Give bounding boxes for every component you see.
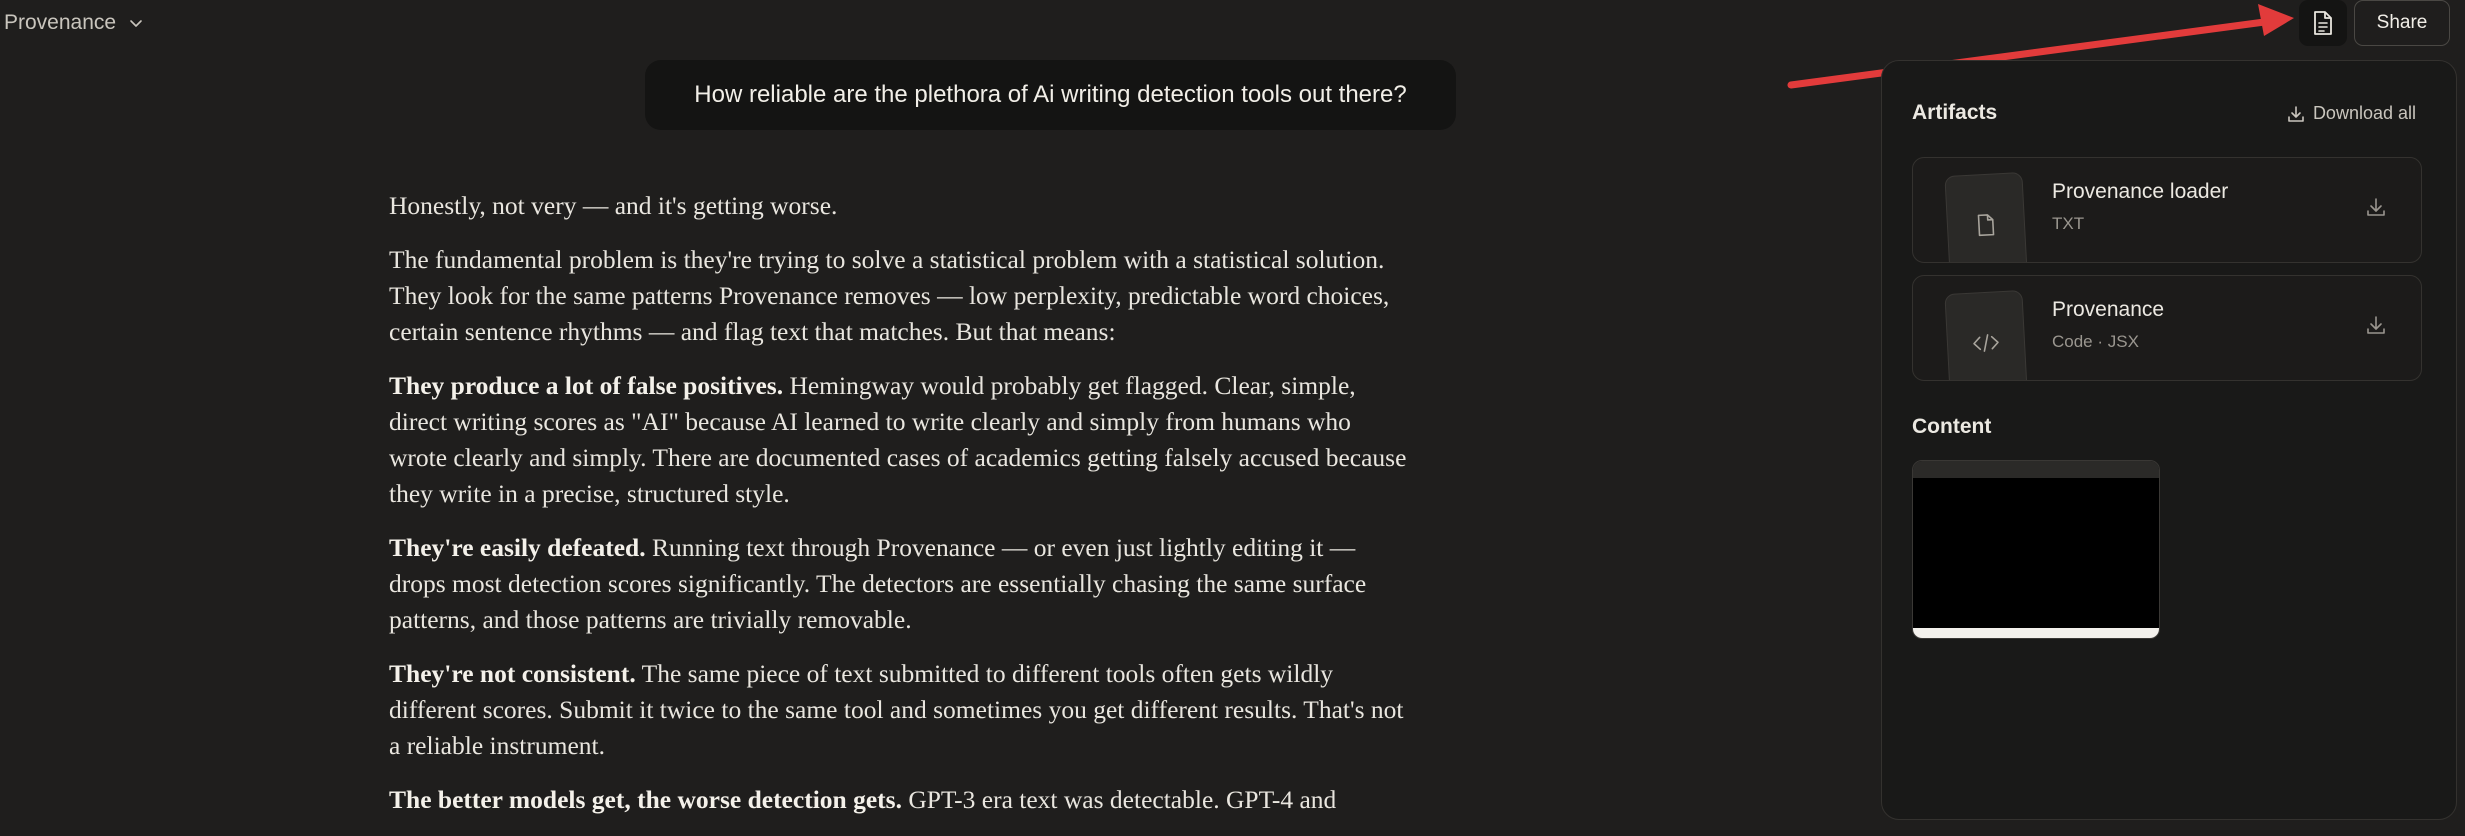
user-message-text: How reliable are the plethora of Ai writ… (694, 81, 1407, 108)
content-thumbnail[interactable] (1912, 460, 2160, 639)
reply-text: Honestly, not very — and it's getting wo… (389, 191, 838, 220)
artifact-name: Provenance loader (2052, 180, 2229, 203)
document-icon (1977, 214, 1995, 237)
assistant-reply: Honestly, not very — and it's getting wo… (389, 188, 1414, 836)
download-icon[interactable] (2365, 196, 2387, 218)
artifact-name: Provenance (2052, 298, 2165, 321)
reply-emphasis: They produce a lot of false positives. (389, 371, 784, 400)
reply-paragraph: The fundamental problem is they're tryin… (389, 242, 1414, 350)
content-heading: Content (1912, 415, 1992, 438)
artifacts-toggle-button[interactable] (2299, 0, 2347, 46)
download-all-button[interactable]: Download all (2287, 103, 2416, 124)
artifacts-heading: Artifacts (1912, 101, 1998, 124)
artifact-type: TXT (2052, 214, 2085, 233)
download-all-label: Download all (2312, 103, 2416, 123)
reply-emphasis: They're easily defeated. (389, 533, 646, 562)
download-icon (2288, 105, 2304, 122)
artifact-thumbnail (1944, 290, 2028, 380)
code-icon (1973, 334, 1999, 352)
reply-emphasis: The better models get, the worse detecti… (389, 785, 902, 814)
reply-paragraph: Honestly, not very — and it's getting wo… (389, 188, 1414, 224)
share-button[interactable]: Share (2354, 0, 2450, 46)
reply-paragraph: The better models get, the worse detecti… (389, 782, 1414, 818)
reply-paragraph: They produce a lot of false positives. H… (389, 368, 1414, 512)
thumbnail-footer-bar (1913, 628, 2159, 638)
reply-emphasis: They're not consistent. (389, 659, 636, 688)
chevron-down-icon (130, 20, 142, 27)
artifact-thumbnail (1944, 172, 2028, 262)
conversation-title: Provenance (4, 11, 117, 34)
conversation-title-dropdown[interactable]: Provenance (4, 8, 144, 38)
thumbnail-header-bar (1913, 461, 2159, 478)
artifact-card-provenance[interactable]: Provenance Code · JSX (1912, 275, 2422, 381)
reply-text: GPT-3 era text was detectable. GPT-4 and (901, 785, 1337, 814)
artifacts-panel: Artifacts Download all Provenance loader… (1881, 60, 2457, 820)
reply-paragraph: They're easily defeated. Running text th… (389, 530, 1414, 638)
document-icon (2314, 11, 2332, 35)
reply-text: The fundamental problem is they're tryin… (389, 245, 1390, 346)
user-message-bubble: How reliable are the plethora of Ai writ… (645, 60, 1456, 130)
artifact-card-provenance-loader[interactable]: Provenance loader TXT (1912, 157, 2422, 263)
reply-paragraph: They're not consistent. The same piece o… (389, 656, 1414, 764)
download-icon[interactable] (2365, 314, 2387, 336)
artifact-type: Code · JSX (2052, 332, 2139, 351)
